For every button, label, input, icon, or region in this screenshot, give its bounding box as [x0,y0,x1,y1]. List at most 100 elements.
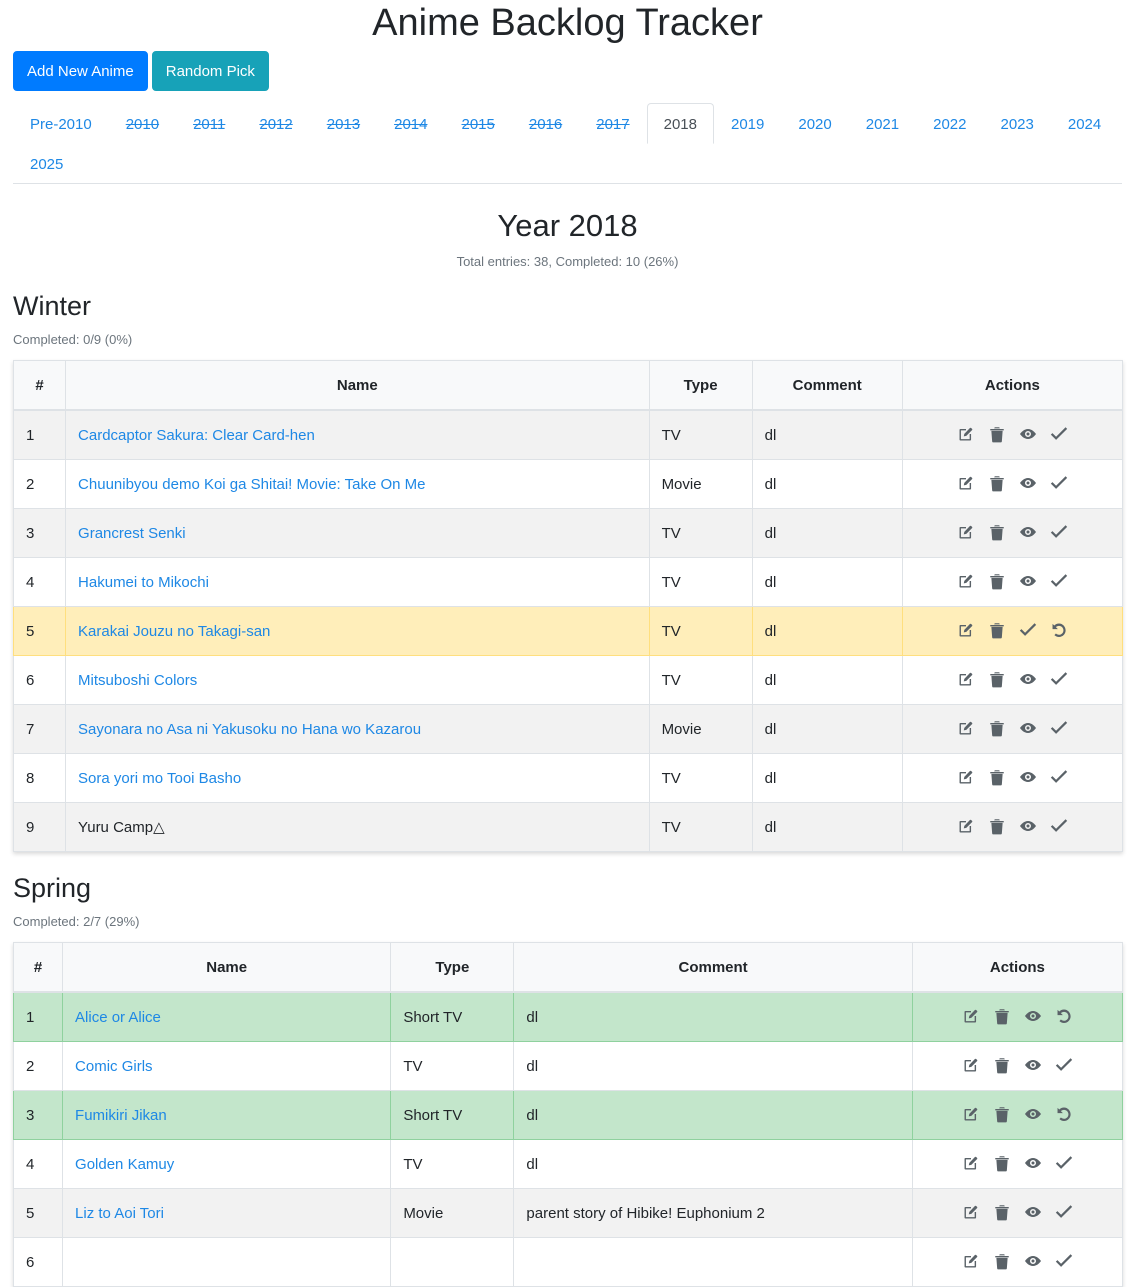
anime-name-link[interactable]: Grancrest Senki [78,525,186,542]
trash-icon[interactable] [987,424,1007,444]
edit-icon[interactable] [956,718,976,738]
row-actions [911,1139,1124,1189]
trash-icon[interactable] [987,718,1007,738]
check-icon[interactable] [1049,571,1069,591]
edit-icon[interactable] [961,1202,981,1222]
tab-2023[interactable]: 2023 [983,103,1050,144]
trash-icon[interactable] [987,669,1007,689]
trash-icon[interactable] [987,767,1007,787]
check-icon[interactable] [1054,1202,1074,1222]
eye-icon[interactable] [1018,767,1038,787]
tab-2021[interactable]: 2021 [849,103,916,144]
anime-name-link[interactable]: Karakai Jouzu no Takagi-san [78,623,270,640]
eye-icon[interactable] [1018,522,1038,542]
check-icon[interactable] [1049,669,1069,689]
edit-icon[interactable] [961,1055,981,1075]
trash-icon[interactable] [992,1202,1012,1222]
check-icon[interactable] [1049,522,1069,542]
anime-name-link[interactable]: Sora yori mo Tooi Basho [78,770,241,787]
tab-2012[interactable]: 2012 [242,103,309,144]
check-icon[interactable] [1054,1251,1074,1271]
anime-name-link[interactable]: Sayonara no Asa ni Yakusoku no Hana wo K… [78,721,421,738]
anime-name-link[interactable]: Golden Kamuy [75,1156,174,1173]
row-actions [901,508,1124,558]
check-icon[interactable] [1049,767,1069,787]
eye-icon[interactable] [1023,1104,1043,1124]
edit-icon[interactable] [956,620,976,640]
tab-2019[interactable]: 2019 [714,103,781,144]
anime-name-link[interactable]: Hakumei to Mikochi [78,574,209,591]
edit-icon[interactable] [956,522,976,542]
trash-icon[interactable] [992,1006,1012,1026]
trash-icon[interactable] [987,571,1007,591]
undo-icon[interactable] [1054,1006,1074,1026]
anime-name-link[interactable]: Comic Girls [75,1058,153,1075]
edit-icon[interactable] [956,473,976,493]
trash-icon[interactable] [987,473,1007,493]
eye-icon[interactable] [1018,718,1038,738]
edit-icon[interactable] [956,767,976,787]
anime-name-link[interactable]: Alice or Alice [75,1009,161,1026]
tab-2017[interactable]: 2017 [579,103,646,144]
tab-2015[interactable]: 2015 [444,103,511,144]
tab-2011[interactable]: 2011 [176,103,242,144]
check-icon[interactable] [1054,1153,1074,1173]
edit-icon[interactable] [956,669,976,689]
edit-icon[interactable] [956,816,976,836]
check-icon[interactable] [1049,718,1069,738]
anime-name-link[interactable]: Liz to Aoi Tori [75,1205,164,1222]
eye-icon[interactable] [1018,571,1038,591]
trash-icon[interactable] [992,1251,1012,1271]
tab-pre-2010[interactable]: Pre-2010 [13,103,109,144]
check-icon[interactable] [1049,473,1069,493]
edit-icon[interactable] [961,1153,981,1173]
eye-icon[interactable] [1018,669,1038,689]
tab-2024[interactable]: 2024 [1051,103,1118,144]
edit-icon[interactable] [956,424,976,444]
undo-icon[interactable] [1049,620,1069,640]
tab-2016[interactable]: 2016 [512,103,579,144]
action-icons [956,718,1069,738]
eye-icon[interactable] [1018,473,1038,493]
edit-icon[interactable] [961,1006,981,1026]
column-header-comment: Comment [513,942,913,993]
tab-2022[interactable]: 2022 [916,103,983,144]
edit-icon[interactable] [961,1104,981,1124]
row-type: TV [390,1041,515,1091]
tab-2020[interactable]: 2020 [781,103,848,144]
tab-2014[interactable]: 2014 [377,103,444,144]
anime-name-link[interactable]: Chuunibyou demo Koi ga Shitai! Movie: Ta… [78,476,425,493]
trash-icon[interactable] [992,1055,1012,1075]
anime-name-link[interactable]: Fumikiri Jikan [75,1107,167,1124]
check-icon[interactable] [1018,620,1038,640]
anime-name-link[interactable]: Mitsuboshi Colors [78,672,197,689]
row-number: 2 [12,1041,64,1091]
trash-icon[interactable] [992,1153,1012,1173]
trash-icon[interactable] [987,816,1007,836]
tab-2018[interactable]: 2018 [646,103,714,144]
random-pick-button[interactable]: Random Pick [151,51,269,91]
undo-icon[interactable] [1054,1104,1074,1124]
tab-2010[interactable]: 2010 [109,103,176,144]
add-new-anime-button[interactable]: Add New Anime [13,51,148,91]
row-comment [513,1237,913,1287]
eye-icon[interactable] [1023,1251,1043,1271]
check-icon[interactable] [1049,424,1069,444]
tab-2025[interactable]: 2025 [13,143,80,184]
eye-icon[interactable] [1023,1055,1043,1075]
eye-icon[interactable] [1023,1153,1043,1173]
anime-name-link[interactable]: Cardcaptor Sakura: Clear Card-hen [78,427,315,444]
tab-2013[interactable]: 2013 [310,103,377,144]
check-icon[interactable] [1049,816,1069,836]
row-comment: dl [751,802,903,852]
eye-icon[interactable] [1023,1202,1043,1222]
check-icon[interactable] [1054,1055,1074,1075]
eye-icon[interactable] [1018,424,1038,444]
eye-icon[interactable] [1023,1006,1043,1026]
trash-icon[interactable] [992,1104,1012,1124]
eye-icon[interactable] [1018,816,1038,836]
trash-icon[interactable] [987,620,1007,640]
edit-icon[interactable] [961,1251,981,1271]
edit-icon[interactable] [956,571,976,591]
trash-icon[interactable] [987,522,1007,542]
